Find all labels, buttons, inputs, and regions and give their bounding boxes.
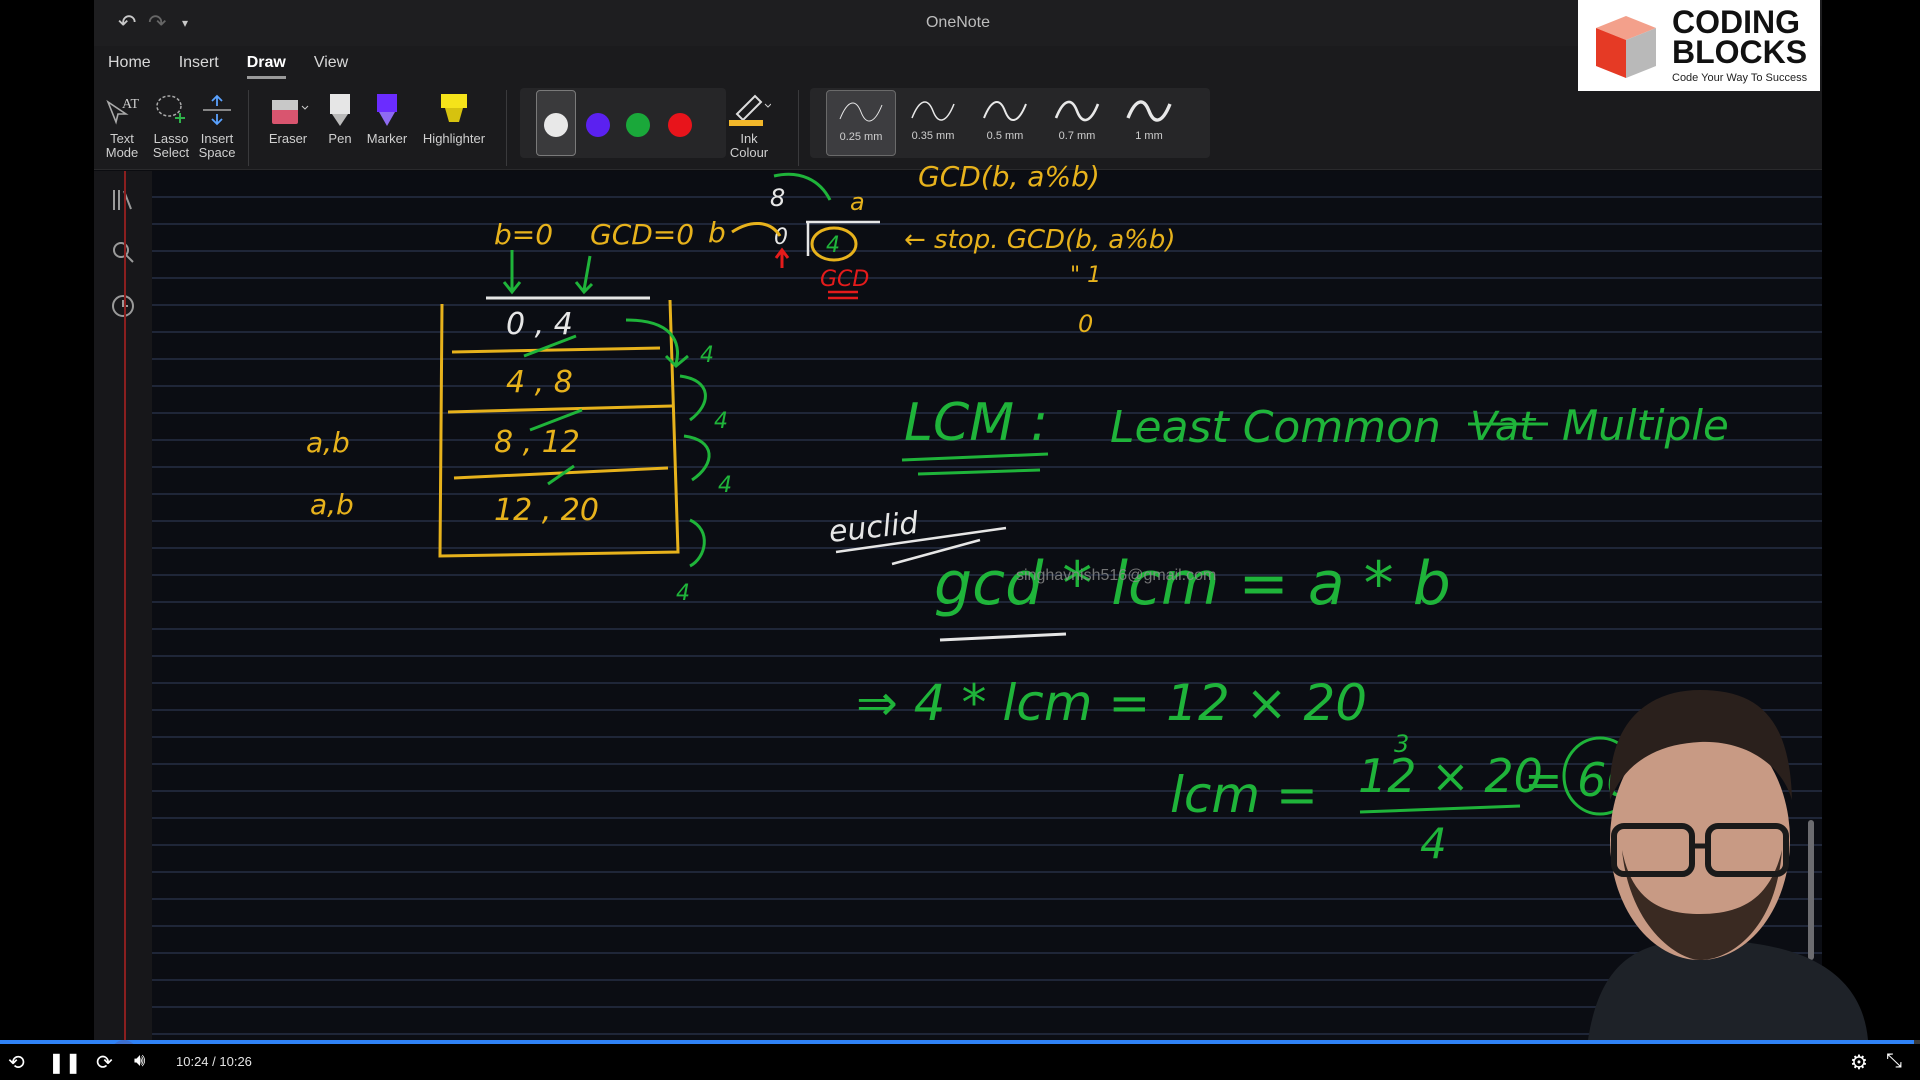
email-watermark: singhavnish516@gmail.com (1016, 567, 1217, 584)
ink-formula-3-num: 12 × 20 (1358, 749, 1543, 803)
ink-stack-divider (447, 404, 673, 414)
ink-four: 4 (826, 233, 840, 258)
volume-icon[interactable]: 🔊︎ (134, 1050, 145, 1071)
cube-logo-icon (1596, 16, 1656, 78)
ink-return-value: 4 (700, 343, 714, 368)
ink-stop-quote: " 1 (1070, 263, 1101, 288)
ink-formula-3-three: 3 (1394, 730, 1409, 758)
ink-formula-3-lhs: lcm = (1170, 766, 1318, 824)
video-controls: ⟲ ❚❚ ⟳ 🔊︎ 10:24 / 10:26 ⚙ ⤡ (0, 1044, 1920, 1080)
ink-down-arrow (502, 250, 522, 295)
ink-zero: 0 (774, 225, 788, 250)
coding-blocks-logo: CODING BLOCKS Code Your Way To Success (1578, 0, 1820, 91)
video-timecode: 10:24 / 10:26 (176, 1054, 252, 1069)
logo-tagline: Code Your Way To Success (1672, 72, 1808, 84)
ink-lcm-title: LCM : (904, 393, 1048, 453)
ink-stop-zero: 0 (1078, 310, 1093, 338)
ink-a-label: a (850, 188, 865, 216)
ink-return-value: 4 (718, 473, 732, 498)
ink-formula-2: ⇒ 4 * lcm = 12 × 20 (856, 674, 1367, 732)
ink-stack-row: 8 , 12 (494, 425, 580, 460)
forward-icon[interactable]: ⟳ (96, 1050, 113, 1075)
ink-gcd-equals-0: GCD=0 (590, 218, 694, 251)
ink-arrow (547, 464, 575, 486)
ink-side-label: a,b (306, 426, 350, 459)
ink-top-gcd: GCD(b, a%b) (918, 160, 1100, 193)
video-frame: ↶ ↷ ▾ OneNote Home Insert Draw View AT T… (0, 0, 1920, 1080)
ink-gcd-red: GCD (820, 267, 869, 292)
presenter-webcam (1588, 690, 1868, 1040)
ink-gcd-underline (939, 632, 1067, 642)
pause-icon[interactable]: ❚❚ (48, 1050, 82, 1075)
ink-lcm-def-strike: Vat (1470, 404, 1536, 450)
ink-stack-row: 4 , 8 (506, 365, 573, 400)
ink-stack-divider (451, 346, 661, 354)
ink-red-arrow (774, 247, 790, 268)
ink-return-value: 4 (714, 409, 728, 434)
ink-side-label: a,b (310, 488, 354, 521)
ink-eight: 8 (770, 184, 785, 212)
ink-gcd-underline (828, 290, 858, 300)
ink-fraction-bar (1359, 804, 1521, 814)
ink-lcm-underline (901, 452, 1049, 476)
ink-return-arrow (625, 318, 689, 369)
ink-return-arrow (683, 434, 711, 482)
ink-layer: GCD(b, a%b) 8 a 0 4 GCD b=0 GCD=0 b ← st… (306, 160, 1868, 1040)
ink-down-arrow (574, 255, 594, 295)
ink-euclid: euclid (827, 506, 921, 550)
ink-return-value: 4 (676, 581, 690, 606)
ink-formula-3-den: 4 (1420, 819, 1447, 868)
ink-b: b (708, 216, 726, 249)
ink-lcm-def: Least Common (1110, 402, 1441, 453)
ink-curve (731, 222, 782, 237)
settings-gear-icon[interactable]: ⚙ (1850, 1050, 1868, 1075)
ink-lcm-def: Multiple (1562, 401, 1729, 450)
exit-fullscreen-icon[interactable]: ⤡ (1886, 1050, 1902, 1073)
logo-text-line2: BLOCKS (1672, 34, 1808, 70)
ink-return-arrow (689, 518, 706, 568)
ink-stack-row: 0 , 4 (506, 307, 573, 342)
replay-icon[interactable]: ⟲ (8, 1050, 25, 1075)
ink-stop-line: ← stop. GCD(b, a%b) (904, 225, 1176, 255)
ink-stack-row: 12 , 20 (494, 493, 599, 528)
ink-return-arrow (679, 374, 707, 422)
ink-b-equals-0: b=0 (494, 218, 553, 251)
